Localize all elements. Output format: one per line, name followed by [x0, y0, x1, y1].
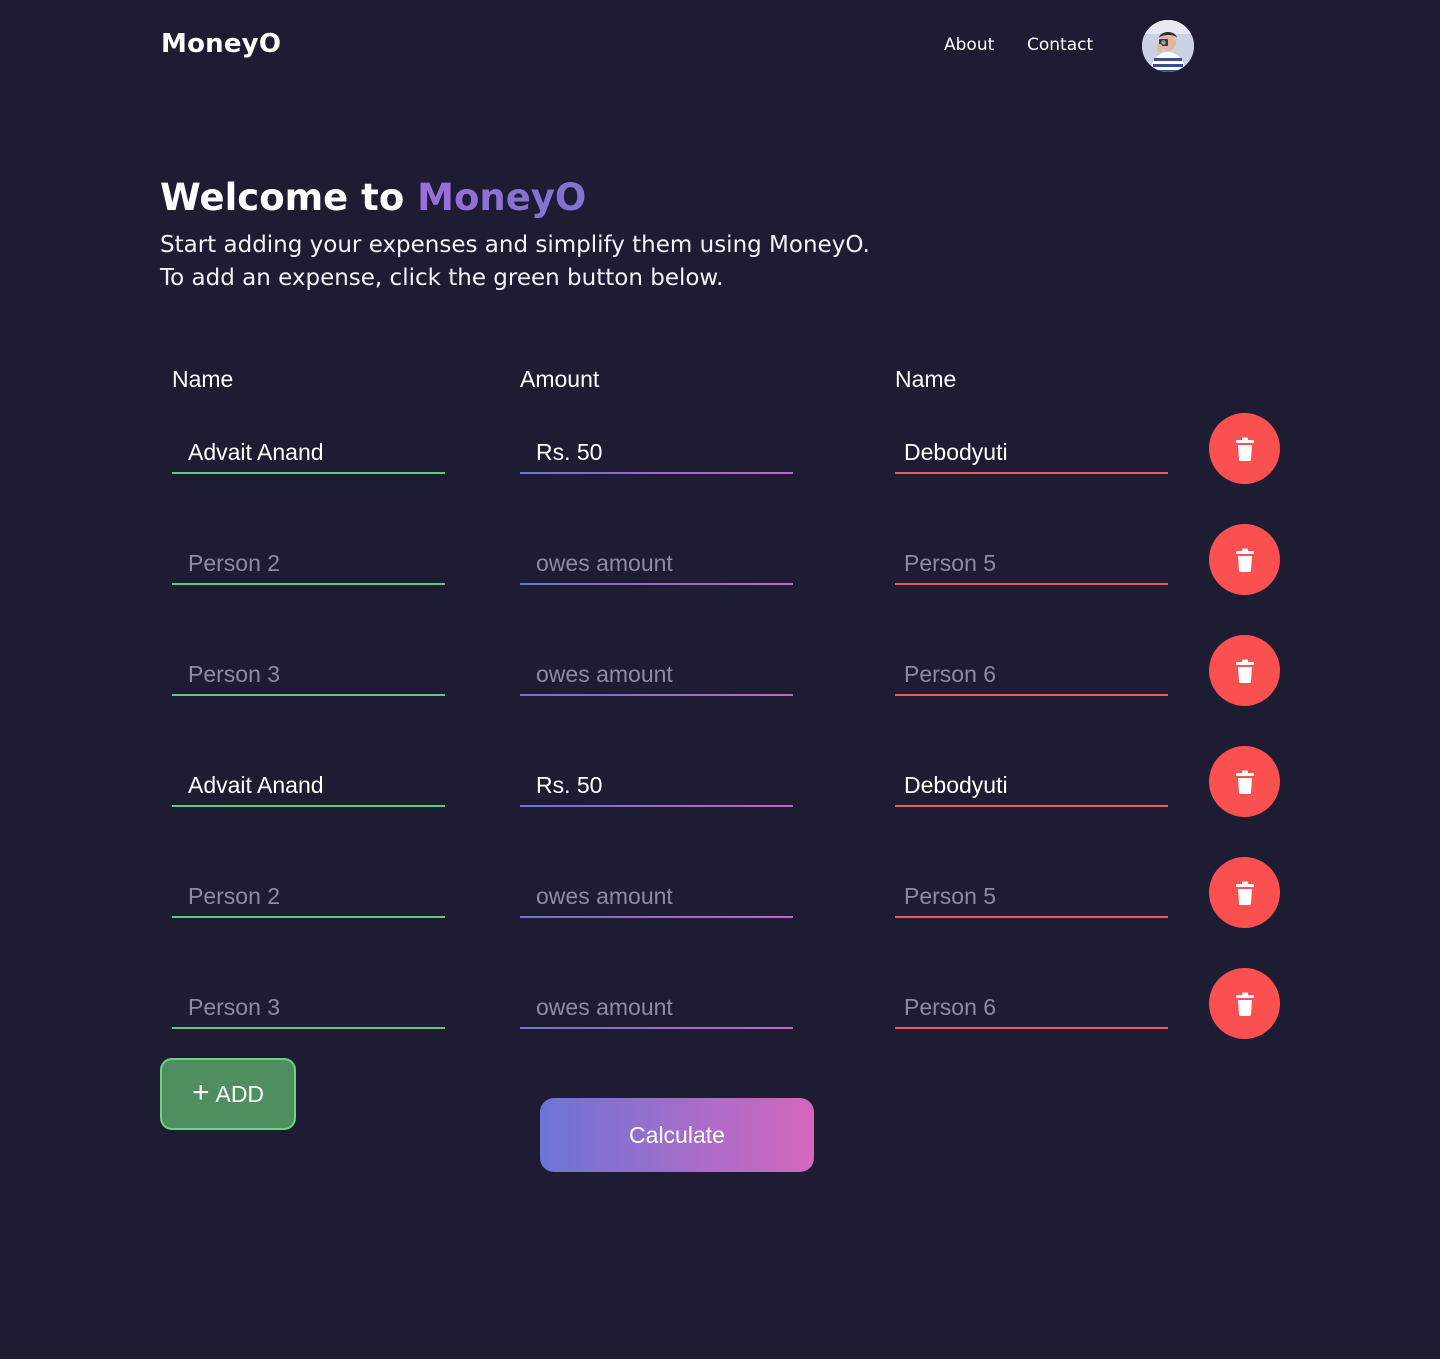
payer-name-input[interactable]: [172, 874, 445, 918]
field-underline: [520, 1027, 793, 1029]
payee-name-input[interactable]: [895, 541, 1168, 585]
field-underline: [895, 583, 1168, 585]
trash-icon: [1235, 881, 1255, 905]
field-underline: [520, 472, 793, 474]
add-button-label: ADD: [215, 1080, 265, 1107]
amount-input[interactable]: [520, 652, 793, 696]
delete-row-button[interactable]: [1209, 857, 1280, 928]
delete-row-button[interactable]: [1209, 524, 1280, 595]
delete-row-button[interactable]: [1209, 968, 1280, 1039]
page-title: Welcome to MoneyO: [160, 176, 586, 219]
field-underline: [172, 472, 445, 474]
title-prefix: Welcome to: [160, 176, 418, 219]
amount-input[interactable]: [520, 430, 793, 474]
payee-name-input[interactable]: [895, 985, 1168, 1029]
field-underline: [172, 916, 445, 918]
payee-name-input[interactable]: [895, 763, 1168, 807]
field-underline: [520, 694, 793, 696]
payee-name-input[interactable]: [895, 430, 1168, 474]
add-expense-button[interactable]: + ADD: [160, 1058, 296, 1130]
avatar[interactable]: [1142, 20, 1194, 72]
column-header-name: Name: [172, 366, 234, 392]
trash-icon: [1235, 659, 1255, 683]
field-underline: [172, 805, 445, 807]
calculate-button[interactable]: Calculate: [540, 1098, 814, 1172]
column-header-amount: Amount: [520, 366, 600, 392]
payer-name-input[interactable]: [172, 985, 445, 1029]
nav-contact-link[interactable]: Contact: [1027, 35, 1093, 55]
intro-line-2: To add an expense, click the green butto…: [160, 265, 724, 291]
field-underline: [895, 694, 1168, 696]
delete-row-button[interactable]: [1209, 413, 1280, 484]
trash-icon: [1235, 992, 1255, 1016]
trash-icon: [1235, 770, 1255, 794]
delete-row-button[interactable]: [1209, 746, 1280, 817]
trash-icon: [1235, 548, 1255, 572]
field-underline: [520, 916, 793, 918]
column-header-name-2: Name: [895, 366, 957, 392]
field-underline: [895, 472, 1168, 474]
user-avatar-icon: [1142, 20, 1194, 72]
field-underline: [520, 805, 793, 807]
nav-about-link[interactable]: About: [944, 35, 994, 55]
payee-name-input[interactable]: [895, 652, 1168, 696]
payer-name-input[interactable]: [172, 541, 445, 585]
amount-input[interactable]: [520, 763, 793, 807]
brand-logo[interactable]: MoneyO: [161, 29, 281, 59]
amount-input[interactable]: [520, 985, 793, 1029]
payee-name-input[interactable]: [895, 874, 1168, 918]
amount-input[interactable]: [520, 874, 793, 918]
trash-icon: [1235, 437, 1255, 461]
payer-name-input[interactable]: [172, 763, 445, 807]
payer-name-input[interactable]: [172, 652, 445, 696]
field-underline: [172, 583, 445, 585]
title-accent: MoneyO: [417, 176, 587, 219]
plus-icon: +: [191, 1075, 210, 1109]
payer-name-input[interactable]: [172, 430, 445, 474]
delete-row-button[interactable]: [1209, 635, 1280, 706]
amount-input[interactable]: [520, 541, 793, 585]
intro-line-1: Start adding your expenses and simplify …: [160, 232, 870, 258]
field-underline: [895, 1027, 1168, 1029]
field-underline: [895, 916, 1168, 918]
field-underline: [520, 583, 793, 585]
field-underline: [895, 805, 1168, 807]
field-underline: [172, 694, 445, 696]
field-underline: [172, 1027, 445, 1029]
